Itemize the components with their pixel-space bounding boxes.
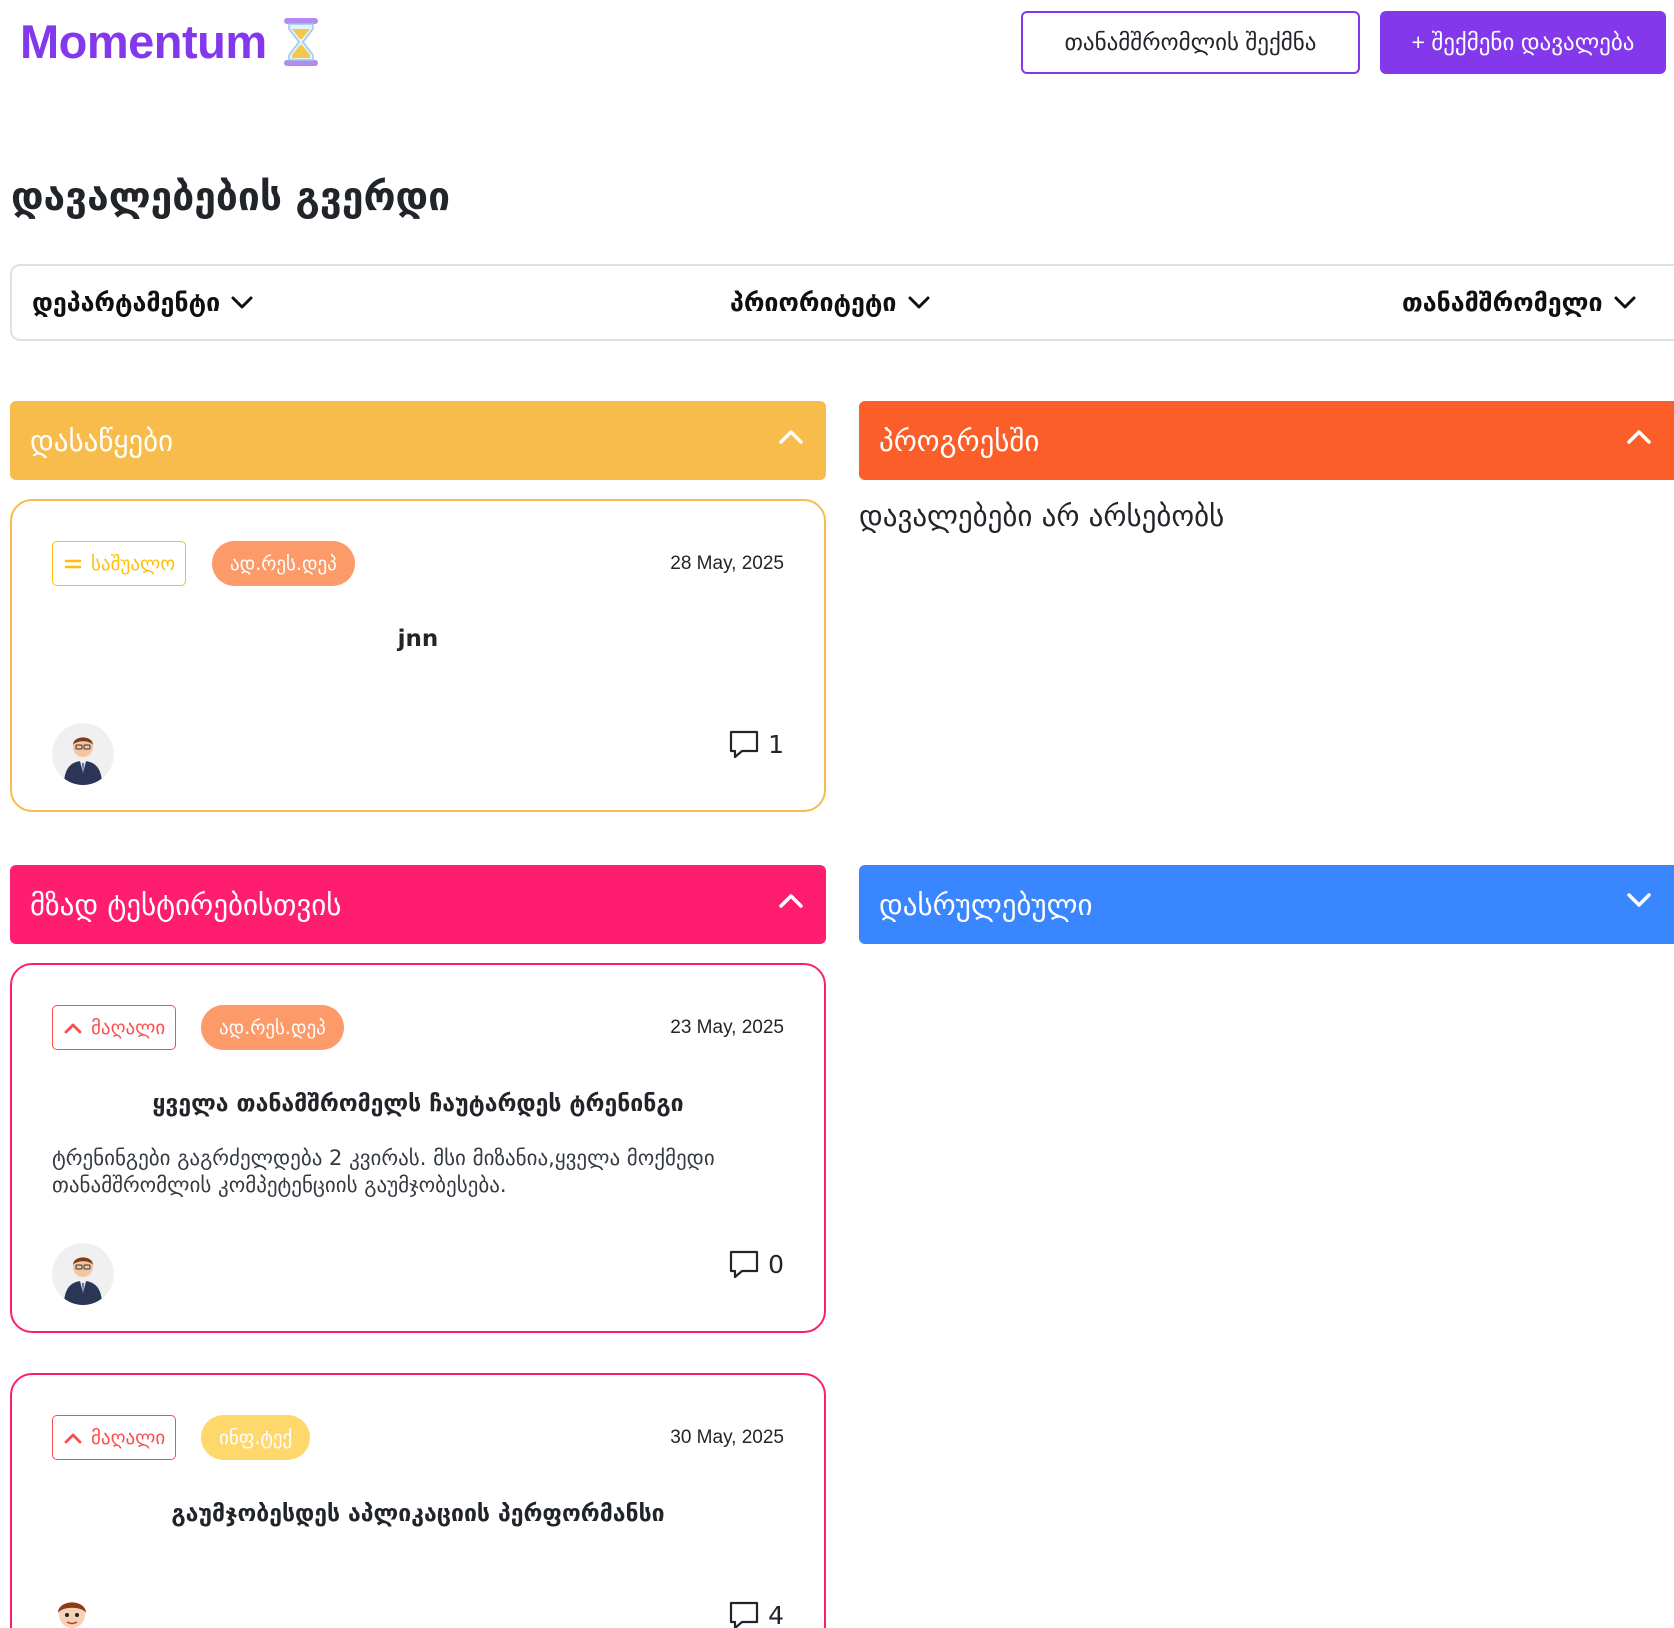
comments-number: 0 — [768, 1249, 784, 1279]
column-header-done[interactable]: დასრულებული — [859, 865, 1674, 944]
priority-label: საშუალო — [91, 552, 176, 575]
comment-icon — [729, 1250, 759, 1279]
filter-bar: დეპარტამენტი პრიორიტეტი თანამშრომელი — [10, 264, 1674, 341]
task-card[interactable]: საშუალო ად.რეს.დეპ 28 May, 2025 jnn 1 — [10, 499, 826, 812]
hourglass-icon — [283, 17, 318, 66]
chevron-down-icon — [231, 296, 253, 308]
page-title: დავალებების გვერდი — [11, 175, 451, 220]
filter-employee-label: თანამშრომელი — [1402, 288, 1603, 317]
comments-number: 4 — [768, 1600, 784, 1628]
avatar-man-icon — [52, 1243, 114, 1305]
task-title: ყველა თანამშრომელს ჩაუტარდეს ტრენინგი — [152, 1091, 684, 1117]
empty-state-text: დავალებები არ არსებობს — [859, 499, 1225, 533]
create-task-button[interactable]: + შექმენი დავალება — [1380, 11, 1666, 74]
task-due-date: 28 May, 2025 — [670, 553, 784, 574]
priority-badge: მაღალი — [52, 1415, 177, 1460]
priority-high-icon — [64, 1433, 82, 1443]
avatar — [52, 1593, 92, 1628]
comment-icon — [729, 1601, 759, 1628]
chevron-up-icon[interactable] — [778, 891, 804, 909]
filter-priority[interactable]: პრიორიტეტი — [730, 266, 931, 339]
avatar-man-icon — [52, 723, 114, 785]
department-badge: ად.რეს.დეპ — [212, 541, 355, 586]
avatar-boy-icon — [58, 1602, 86, 1628]
priority-badge: საშუალო — [52, 541, 187, 586]
column-title-in-progress: პროგრესში — [879, 423, 1040, 458]
column-title-todo: დასაწყები — [30, 423, 174, 458]
task-due-date: 23 May, 2025 — [670, 1017, 784, 1038]
task-description: ტრენინგები გაგრძელდება 2 კვირას. მსი მიზ… — [52, 1146, 715, 1197]
task-title: გაუმჯობესდეს აპლიკაციის პერფორმანსი — [171, 1501, 665, 1527]
column-header-ready-for-testing[interactable]: მზად ტესტირებისთვის — [10, 865, 826, 944]
logo[interactable]: Momentum — [20, 14, 321, 69]
priority-label: მაღალი — [91, 1016, 166, 1039]
priority-badge: მაღალი — [52, 1005, 177, 1050]
task-card[interactable]: მაღალი ად.რეს.დეპ 23 May, 2025 ყველა თან… — [10, 963, 826, 1333]
avatar — [52, 1243, 114, 1305]
task-title: jnn — [397, 626, 439, 652]
filter-department[interactable]: დეპარტამენტი — [32, 266, 254, 339]
comments-count[interactable]: 4 — [728, 1599, 784, 1628]
column-header-in-progress[interactable]: პროგრესში — [859, 401, 1674, 480]
create-employee-button[interactable]: თანამშრომლის შექმნა — [1021, 11, 1360, 74]
column-header-todo[interactable]: დასაწყები — [10, 401, 826, 480]
logo-text: Momentum — [20, 15, 267, 68]
filter-priority-label: პრიორიტეტი — [730, 288, 897, 317]
priority-label: მაღალი — [91, 1426, 166, 1449]
chevron-down-icon — [908, 296, 930, 308]
comments-count[interactable]: 1 — [728, 728, 784, 760]
task-due-date: 30 May, 2025 — [670, 1427, 784, 1448]
column-title-done: დასრულებული — [879, 887, 1093, 922]
filter-employee[interactable]: თანამშრომელი — [1402, 266, 1637, 339]
comment-icon — [729, 730, 759, 759]
chevron-down-icon[interactable] — [1626, 891, 1652, 909]
comments-number: 1 — [768, 729, 784, 759]
task-card[interactable]: მაღალი ინფ.ტექ 30 May, 2025 გაუმჯობესდეს… — [10, 1373, 826, 1628]
filter-department-label: დეპარტამენტი — [32, 288, 221, 317]
priority-high-icon — [64, 1023, 82, 1033]
chevron-down-icon — [1614, 296, 1636, 308]
avatar — [52, 723, 114, 785]
priority-medium-icon — [64, 559, 82, 568]
department-badge: ად.რეს.დეპ — [201, 1005, 344, 1050]
chevron-up-icon[interactable] — [778, 427, 804, 445]
comments-count[interactable]: 0 — [728, 1248, 784, 1280]
column-title-ready-for-testing: მზად ტესტირებისთვის — [30, 887, 342, 922]
chevron-up-icon[interactable] — [1626, 427, 1652, 445]
department-badge: ინფ.ტექ — [201, 1415, 311, 1460]
